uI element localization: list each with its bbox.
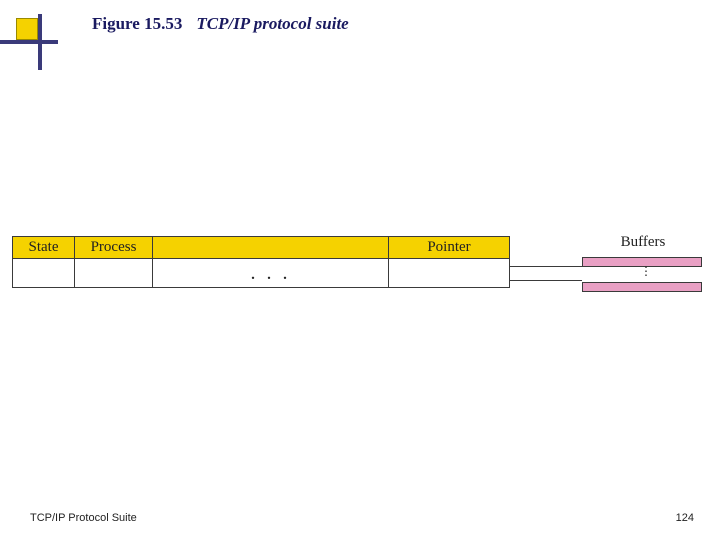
col-pointer: Pointer [389, 237, 509, 287]
pointer-line-top [510, 266, 582, 267]
pointer-line-bottom [510, 280, 582, 281]
buffers-label: Buffers [588, 234, 698, 251]
figure-title: TCP/IP protocol suite [196, 14, 348, 34]
figure-heading: Figure 15.53 TCP/IP protocol suite [92, 14, 349, 34]
hdr-pointer: Pointer [389, 237, 509, 259]
figure-number: Figure 15.53 [92, 14, 182, 34]
page-number: 124 [676, 512, 694, 524]
hdr-process: Process [75, 237, 152, 259]
diagram: State Process . . . Pointer Buffers ⋮ [12, 236, 708, 324]
buffers-vdots-icon: ⋮ [640, 269, 652, 274]
footer-source: TCP/IP Protocol Suite [30, 512, 137, 524]
hdr-gap [153, 237, 388, 259]
col-state: State [13, 237, 75, 287]
tcb-table: State Process . . . Pointer [12, 236, 510, 288]
body-state [13, 259, 74, 287]
hdr-state: State [13, 237, 74, 259]
slide-bullet-decoration [16, 18, 60, 62]
body-process [75, 259, 152, 287]
col-gap: . . . [153, 237, 389, 287]
buffer-bar-bottom [582, 282, 702, 292]
body-pointer [389, 259, 509, 287]
col-process: Process [75, 237, 153, 287]
body-gap: . . . [153, 259, 388, 287]
